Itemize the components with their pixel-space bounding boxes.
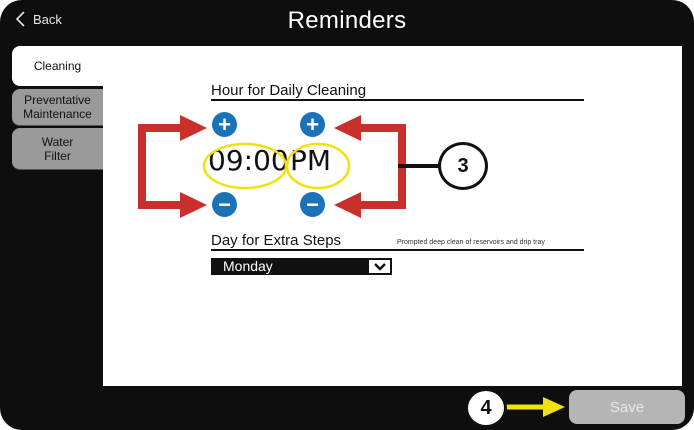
save-pointer-arrow bbox=[505, 397, 565, 417]
left-bracket-arrow bbox=[138, 115, 207, 218]
callout-4: 4 bbox=[465, 388, 507, 428]
highlight-hour-ring bbox=[202, 142, 288, 190]
callout-3: 3 bbox=[438, 142, 488, 190]
annotation-overlay bbox=[138, 115, 565, 417]
highlight-period-ring bbox=[285, 142, 351, 190]
